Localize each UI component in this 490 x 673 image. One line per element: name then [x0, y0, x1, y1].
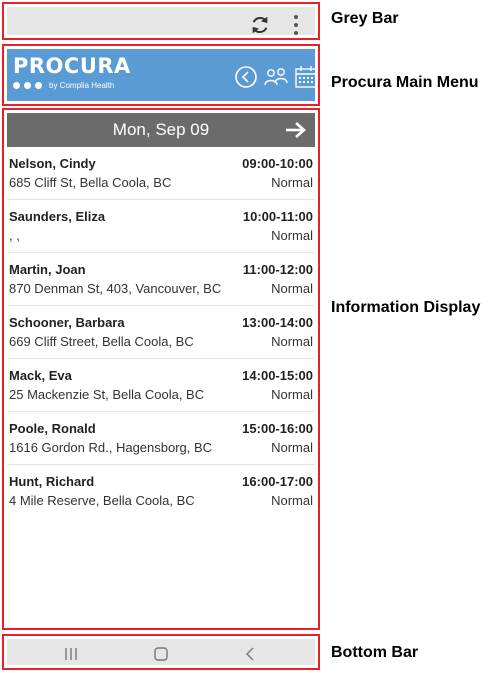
visit-status: Normal [271, 334, 313, 349]
bottom-bar-outline [2, 634, 320, 670]
client-name: Saunders, Eliza [9, 209, 106, 224]
logo-dot [24, 82, 31, 89]
visit-time: 11:00-12:00 [242, 262, 313, 277]
visit-status: Normal [271, 387, 313, 402]
recent-apps-icon[interactable] [63, 647, 79, 661]
arrow-right-icon[interactable] [285, 121, 307, 139]
client-name: Hunt, Richard [9, 474, 95, 489]
appointment-row[interactable]: Schooner, Barbara 13:00-14:00 669 Cliff St… [7, 306, 315, 359]
callout-main-menu: Procura Main Menu [331, 74, 479, 91]
visit-status: Normal [271, 440, 313, 455]
client-address: 669 Cliff Street, Bella Coola, BC [9, 334, 194, 349]
grey-bar [7, 7, 315, 35]
visit-status: Normal [271, 493, 313, 508]
logo-dot [35, 82, 42, 89]
client-name: Nelson, Cindy [9, 156, 96, 171]
appointment-row[interactable]: Saunders, Eliza 10:00-11:00 , , Normal [7, 200, 315, 253]
appointment-row[interactable]: Hunt, Richard 16:00-17:00 4 Mile Reserve, … [7, 465, 315, 518]
client-address: , , [9, 228, 20, 243]
client-address: 685 Cliff St, Bella Coola, BC [9, 175, 172, 190]
main-menu-outline: PROCURA by Complia Health [2, 44, 320, 106]
visit-time: 09:00-10:00 [242, 156, 313, 171]
logo-dot [13, 82, 20, 89]
more-vertical-icon[interactable] [291, 13, 301, 37]
client-name: Mack, Eva [9, 368, 72, 383]
visit-status: Normal [271, 175, 313, 190]
client-name: Schooner, Barbara [9, 315, 125, 330]
visit-time: 15:00-16:00 [242, 421, 313, 436]
home-icon[interactable] [153, 647, 169, 661]
appointment-row[interactable]: Martin, Joan 11:00-12:00 870 Denman St, 40… [7, 253, 315, 306]
callout-bottom-bar: Bottom Bar [331, 644, 419, 661]
info-display-outline: Mon, Sep 09 Nelson, Cindy 09:00-10:00 685 … [2, 108, 320, 630]
appointment-row[interactable]: Poole, Ronald 15:00-16:00 1616 Gordon Rd.,… [7, 412, 315, 465]
visit-status: Normal [271, 281, 313, 296]
calendar-icon[interactable] [293, 64, 319, 90]
visit-time: 10:00-11:00 [242, 209, 313, 224]
main-menu: PROCURA by Complia Health [7, 49, 317, 101]
client-name: Poole, Ronald [9, 421, 96, 436]
date-bar: Mon, Sep 09 [7, 113, 315, 147]
schedule-date: Mon, Sep 09 [112, 120, 210, 139]
client-address: 1616 Gordon Rd., Hagensborg, BC [9, 440, 213, 455]
client-name: Martin, Joan [9, 262, 86, 277]
refresh-icon[interactable] [249, 14, 271, 36]
appointment-row[interactable]: Nelson, Cindy 09:00-10:00 685 Cliff St, Be… [7, 147, 315, 200]
logo-tagline: by Complia Health [49, 81, 115, 90]
visit-time: 14:00-15:00 [242, 368, 313, 383]
client-address: 25 Mackenzie St, Bella Coola, BC [9, 387, 205, 402]
visit-time: 16:00-17:00 [242, 474, 313, 489]
visit-status: Normal [271, 228, 313, 243]
logo-wordmark: PROCURA [13, 54, 131, 78]
procura-logo: PROCURA by Complia Health [13, 54, 131, 90]
visit-time: 13:00-14:00 [242, 315, 313, 330]
clock-back-icon[interactable] [233, 64, 259, 90]
client-address: 870 Denman St, 403, Vancouver, BC [9, 281, 222, 296]
back-icon[interactable] [243, 647, 259, 661]
appointment-list: Nelson, Cindy 09:00-10:00 685 Cliff St, Be… [7, 147, 315, 518]
callout-info-display: Information Display [331, 299, 481, 316]
users-icon[interactable] [263, 64, 289, 90]
appointment-row[interactable]: Mack, Eva 14:00-15:00 25 Mackenzie St, Bel… [7, 359, 315, 412]
bottom-bar [7, 639, 315, 665]
grey-bar-outline [2, 2, 320, 40]
callout-grey-bar: Grey Bar [331, 10, 399, 27]
client-address: 4 Mile Reserve, Bella Coola, BC [9, 493, 195, 508]
